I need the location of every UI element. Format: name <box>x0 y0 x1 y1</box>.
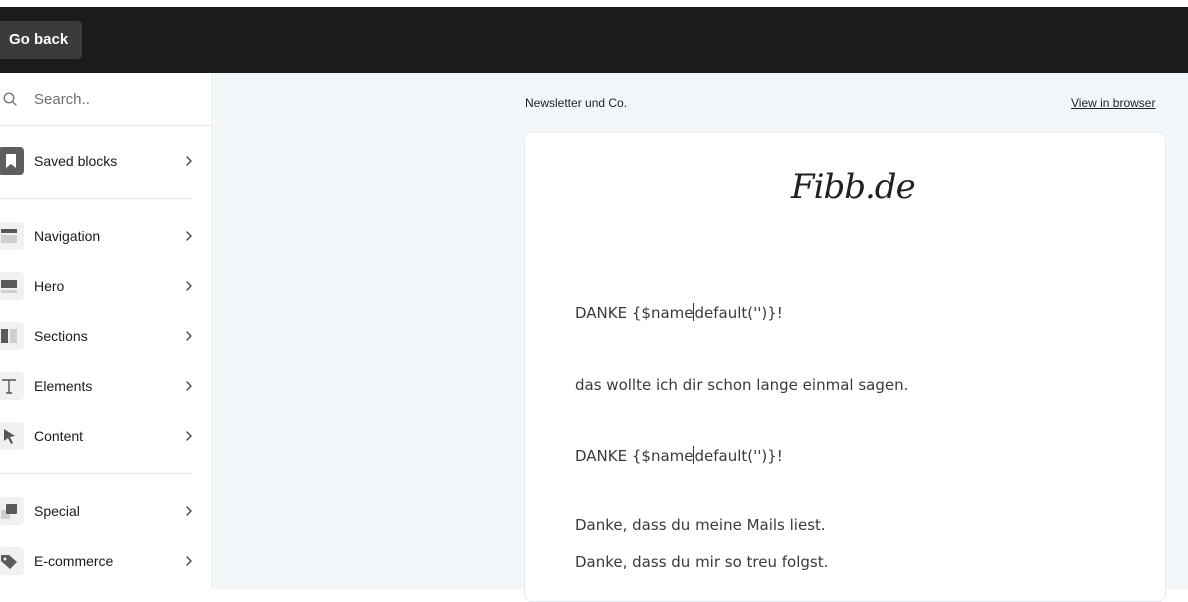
email-line-text: DANKE {$name <box>575 304 694 322</box>
sidebar-item-label: Sections <box>34 328 88 344</box>
sidebar-item-label: Hero <box>34 278 65 294</box>
chevron-right-icon <box>186 331 192 341</box>
sidebar-item-label: Content <box>34 428 84 444</box>
email-line[interactable]: Danke, dass du mir so treu folgst. <box>575 553 828 571</box>
sidebar-item-elements[interactable]: Elements <box>0 366 200 406</box>
chevron-right-icon <box>186 381 192 391</box>
sidebar-item-content[interactable]: Content <box>0 416 200 456</box>
sidebar-item-label: Saved blocks <box>34 153 118 169</box>
sidebar-item-sections[interactable]: Sections <box>0 316 200 356</box>
bookmark-icon <box>0 147 24 175</box>
email-line[interactable]: das wollte ich dir schon lange einmal sa… <box>575 376 908 394</box>
search-bar <box>0 73 212 126</box>
sidebar-item-e-commerce[interactable]: E-commerce <box>0 541 200 581</box>
email-line[interactable]: DANKE {$namedefault('')}! <box>575 303 783 322</box>
chevron-right-icon <box>186 431 192 441</box>
sidebar-item-label: E-commerce <box>34 553 114 569</box>
sections-layout-icon <box>0 322 24 350</box>
preheader-text: Newsletter und Co. <box>525 96 628 110</box>
search-input[interactable] <box>26 83 206 115</box>
email-body[interactable]: Fibb.de DANKE {$namedefault('')}! das wo… <box>524 132 1166 602</box>
hero-layout-icon <box>0 272 24 300</box>
sidebar-item-hero[interactable]: Hero <box>0 266 200 306</box>
top-bar: Go back <box>0 7 1188 73</box>
sidebar-item-label: Navigation <box>34 228 101 244</box>
sidebar-item-special[interactable]: Special <box>0 491 200 531</box>
search-icon <box>3 92 17 106</box>
sidebar-item-label: Special <box>34 503 80 519</box>
email-line-text: default('')}! <box>694 304 783 322</box>
email-line[interactable]: Danke, dass du meine Mails liest. <box>575 516 826 534</box>
sidebar-divider <box>0 198 193 199</box>
navigation-layout-icon <box>0 222 24 250</box>
text-t-icon <box>0 372 24 400</box>
email-line[interactable]: DANKE {$namedefault('')}! <box>575 446 783 465</box>
chevron-right-icon <box>186 156 192 166</box>
cursor-pointer-icon <box>0 422 24 450</box>
top-strip <box>0 0 1188 7</box>
sidebar-item-saved-blocks[interactable]: Saved blocks <box>0 141 200 181</box>
sidebar-item-navigation[interactable]: Navigation <box>0 216 200 256</box>
view-in-browser-link[interactable]: View in browser <box>1071 96 1155 110</box>
sidebar-divider <box>0 473 193 474</box>
brand-logo: Fibb.de <box>791 167 916 207</box>
block-sidebar: Saved blocks Navigation Hero Sections El… <box>0 73 213 589</box>
tag-icon <box>0 547 24 575</box>
chevron-right-icon <box>186 281 192 291</box>
chevron-right-icon <box>186 556 192 566</box>
email-canvas: Newsletter und Co. View in browser Fibb.… <box>214 73 1188 602</box>
special-blocks-icon <box>0 497 24 525</box>
email-line-text: DANKE {$name <box>575 447 694 465</box>
email-line-text: default('')}! <box>694 447 783 465</box>
sidebar-item-label: Elements <box>34 378 93 394</box>
chevron-right-icon <box>186 506 192 516</box>
chevron-right-icon <box>186 231 192 241</box>
go-back-button[interactable]: Go back <box>0 21 83 59</box>
